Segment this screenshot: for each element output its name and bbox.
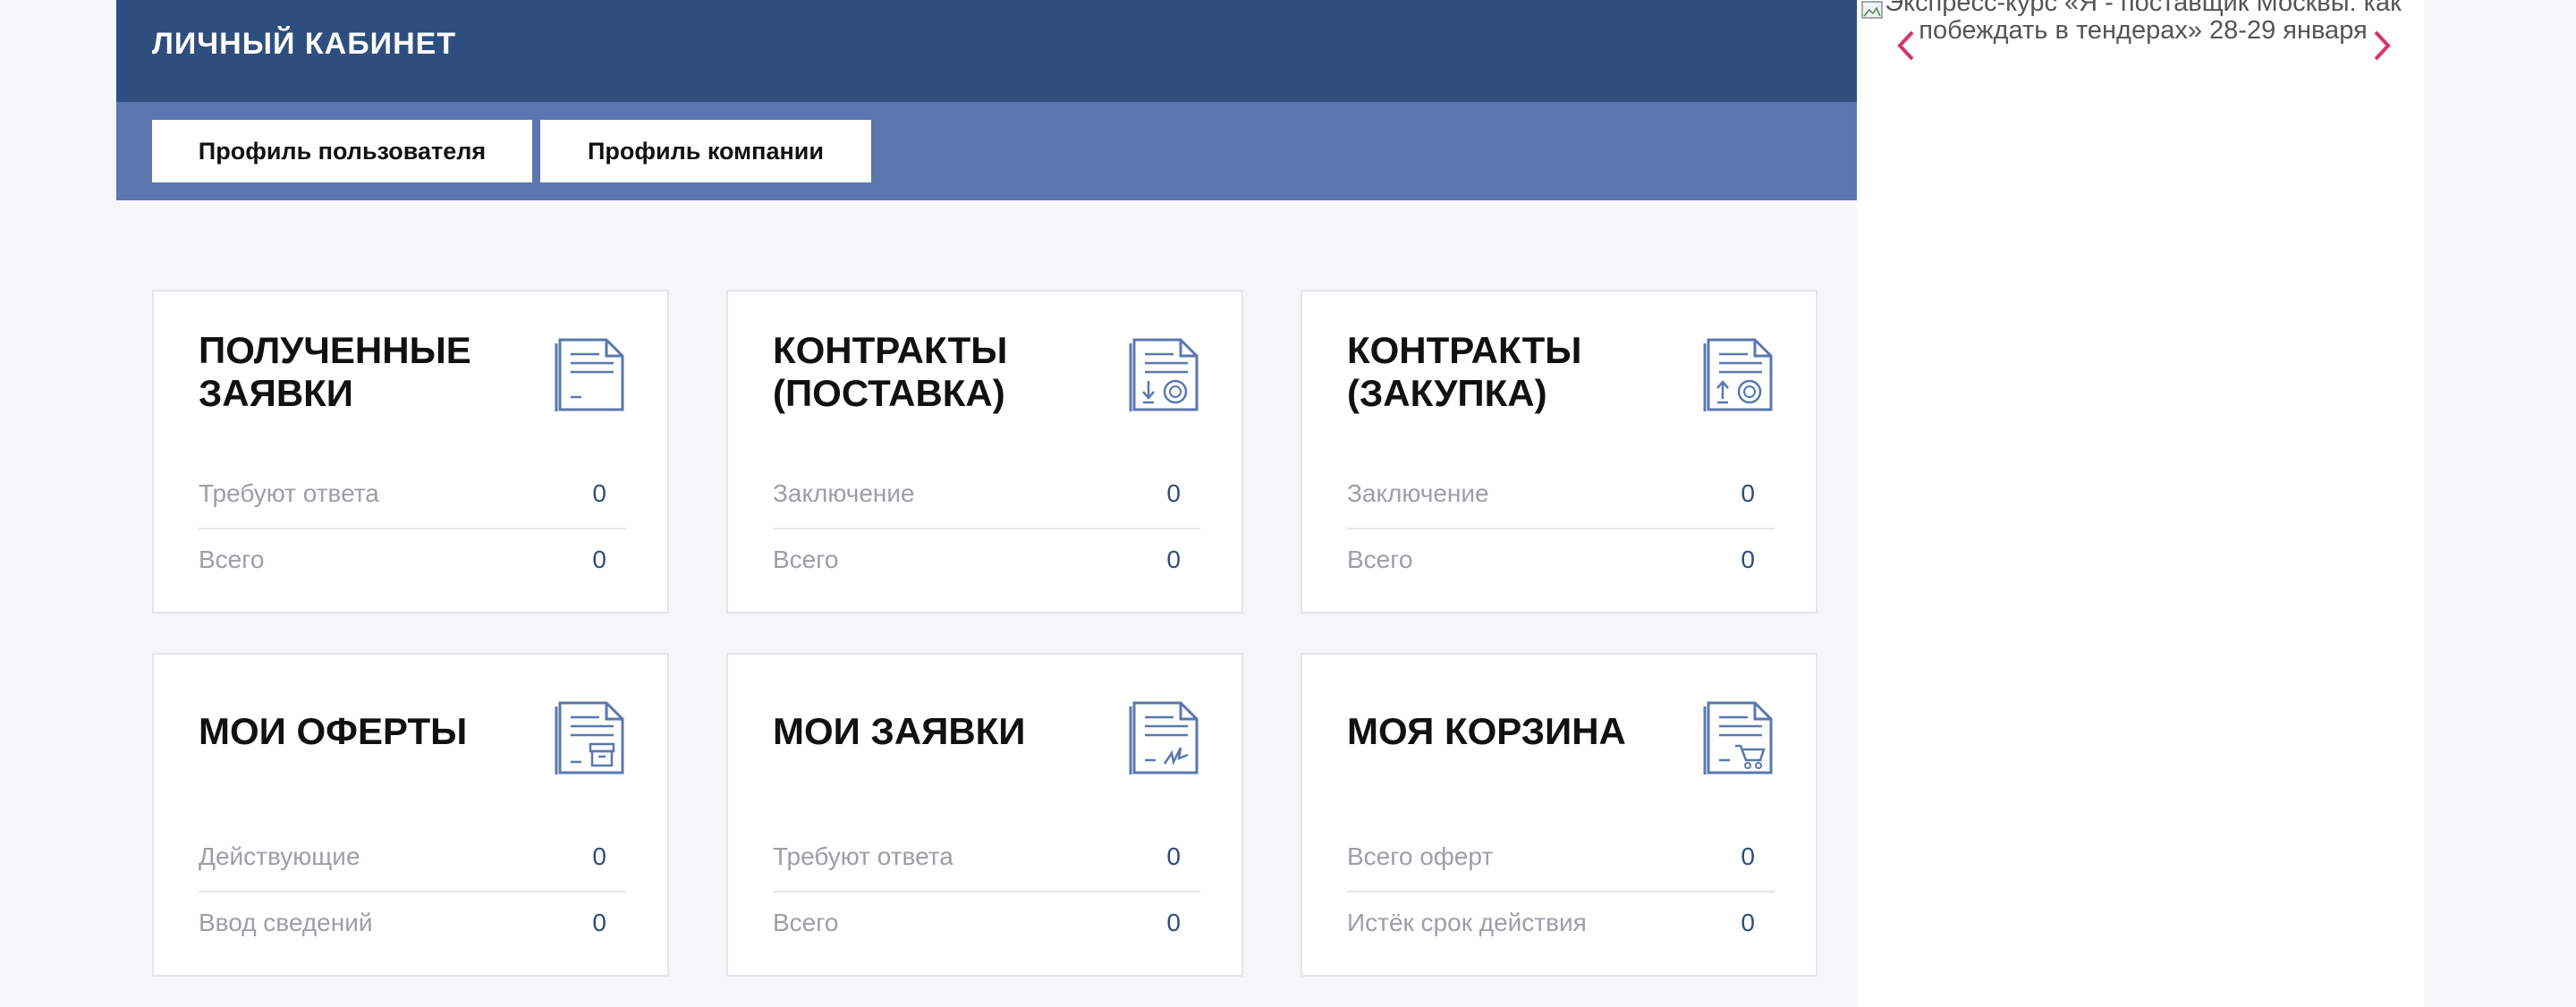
row-label: Действующие [199,842,360,870]
row-label: Всего [1347,546,1413,573]
row-label: Всего [773,546,839,573]
card-contracts-supply[interactable]: КОНТРАКТЫ (ПОСТАВКА) Заключение 0 Всего … [726,290,1243,614]
card-row[interactable]: Истёк срок действия 0 [1347,894,1775,957]
document-icon [555,338,624,411]
row-label: Заключение [1347,479,1489,507]
contract-supply-icon [1129,338,1199,411]
profile-tabbar: Профиль пользователя Профиль компании [116,102,1857,200]
offer-icon [555,701,624,774]
card-title: МОЯ КОРЗИНА [1347,710,1626,752]
card-contracts-purchase[interactable]: КОНТРАКТЫ (ЗАКУПКА) Заключение 0 Всего 0 [1301,290,1818,614]
card-title: МОИ ЗАЯВКИ [773,710,1026,752]
row-label: Всего [773,909,839,936]
card-title: МОИ ОФЕРТЫ [199,710,468,752]
row-value: 0 [592,479,606,507]
row-value: 0 [592,909,606,936]
card-row[interactable]: Всего 0 [773,531,1200,594]
card-title-line: ЗАЯВКИ [199,372,353,414]
card-row[interactable]: Заключение 0 [773,465,1200,529]
page-header: ЛИЧНЫЙ КАБИНЕТ [116,0,1857,102]
card-title: ПОЛУЧЕННЫЕ ЗАЯВКИ [199,329,521,415]
card-row[interactable]: Требуют ответа 0 [773,828,1200,893]
banner-alt-text[interactable]: Экспресс-курс «Я - поставщик Москвы: как… [1875,0,2411,45]
card-row[interactable]: Требуют ответа 0 [199,465,626,529]
card-title-line: (ПОСТАВКА) [773,372,1005,414]
chevron-right-icon[interactable] [2365,23,2401,68]
row-label: Всего оферт [1347,842,1494,870]
card-my-cart[interactable]: МОЯ КОРЗИНА Всего оферт 0 Истёк срок дей… [1301,653,1818,977]
page-title: ЛИЧНЫЙ КАБИНЕТ [152,27,457,61]
row-label: Заключение [773,479,915,507]
card-my-offers[interactable]: МОИ ОФЕРТЫ Действующие 0 Ввод сведений 0 [152,653,669,977]
row-value: 0 [1741,842,1755,870]
row-label: Ввод сведений [199,909,373,936]
cart-document-icon [1703,701,1773,774]
card-row[interactable]: Всего 0 [773,894,1200,957]
row-value: 0 [1741,909,1755,936]
card-row[interactable]: Заключение 0 [1347,465,1775,529]
row-label: Всего [199,546,265,573]
card-title: КОНТРАКТЫ (ПОСТАВКА) [773,329,1095,415]
contract-purchase-icon [1703,338,1773,411]
row-value: 0 [1166,479,1181,507]
card-row[interactable]: Всего 0 [1347,531,1775,594]
chevron-left-icon[interactable] [1887,23,1923,68]
user-profile-button[interactable]: Профиль пользователя [152,120,532,182]
row-value: 0 [1741,546,1755,573]
row-value: 0 [592,842,606,870]
card-title-line: (ЗАКУПКА) [1347,372,1547,414]
row-label: Требуют ответа [773,842,953,870]
row-label: Истёк срок действия [1347,909,1587,936]
card-my-requests[interactable]: МОИ ЗАЯВКИ Требуют ответа 0 Всего 0 [726,653,1243,977]
company-profile-button[interactable]: Профиль компании [540,120,871,182]
signed-document-icon [1129,701,1199,774]
card-title-line: КОНТРАКТЫ [773,329,1008,371]
card-received-requests[interactable]: ПОЛУЧЕННЫЕ ЗАЯВКИ Требуют ответа 0 Всего… [152,290,669,614]
row-label: Требуют ответа [199,479,379,507]
row-value: 0 [1166,546,1181,573]
card-row[interactable]: Всего 0 [199,531,626,594]
card-title-line: КОНТРАКТЫ [1347,329,1582,371]
card-row[interactable]: Действующие 0 [199,828,626,893]
row-value: 0 [1741,479,1755,507]
row-value: 0 [592,546,606,573]
sidebar-banner-panel: Экспресс-курс «Я - поставщик Москвы: как… [1857,0,2424,1007]
card-title-line: ПОЛУЧЕННЫЕ [199,329,471,371]
card-row[interactable]: Ввод сведений 0 [199,894,626,957]
card-row[interactable]: Всего оферт 0 [1347,828,1775,893]
row-value: 0 [1166,909,1181,936]
row-value: 0 [1166,842,1181,870]
card-title: КОНТРАКТЫ (ЗАКУПКА) [1347,329,1669,415]
